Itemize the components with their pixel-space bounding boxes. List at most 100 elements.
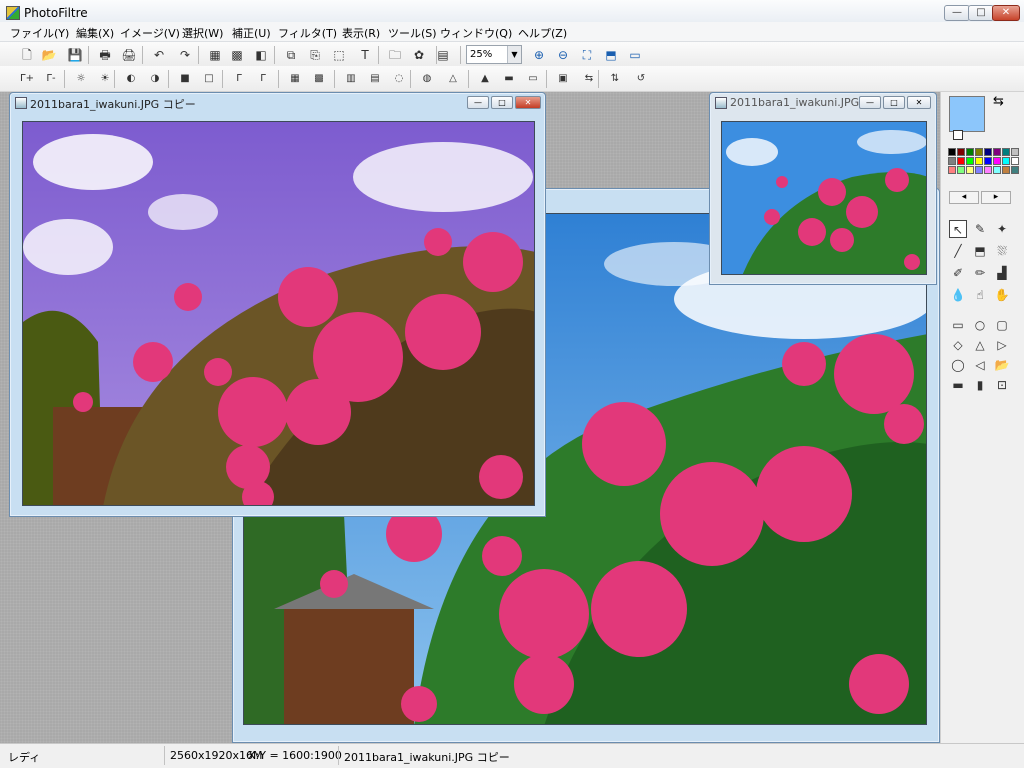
paste-layer-icon[interactable]: ⎘ bbox=[306, 46, 324, 64]
light-blur-icon[interactable]: ▤ bbox=[366, 70, 384, 88]
color-swatch[interactable] bbox=[948, 148, 956, 156]
monitor-icon[interactable]: ▭ bbox=[524, 70, 542, 88]
menu-item-5[interactable]: フィルタ(T) bbox=[278, 25, 337, 41]
fit-window-icon[interactable]: ⛶ bbox=[578, 46, 596, 64]
palette-prev-button[interactable]: ◂ bbox=[949, 191, 979, 204]
color-swatch[interactable] bbox=[993, 148, 1001, 156]
doc-minimize-button[interactable]: — bbox=[467, 96, 489, 109]
menu-item-9[interactable]: ヘルプ(Z) bbox=[518, 25, 567, 41]
drop-icon[interactable]: ◌ bbox=[390, 70, 408, 88]
text-icon[interactable]: T bbox=[356, 46, 374, 64]
flip-h-icon[interactable]: ⇆ bbox=[580, 70, 598, 88]
menu-item-2[interactable]: イメージ(V) bbox=[120, 25, 180, 41]
stamp-icon[interactable]: ▟ bbox=[993, 264, 1011, 282]
colors-icon[interactable]: ▩ bbox=[228, 46, 246, 64]
diamond-shape-icon[interactable]: ◇ bbox=[949, 336, 967, 354]
color-swatch[interactable] bbox=[984, 148, 992, 156]
doc-minimize-button[interactable]: — bbox=[859, 96, 881, 109]
palette-next-button[interactable]: ▸ bbox=[981, 191, 1011, 204]
gamma-plus-icon[interactable]: Γ bbox=[230, 70, 248, 88]
color-swatch[interactable] bbox=[966, 166, 974, 174]
doc-close-button[interactable]: ✕ bbox=[515, 96, 541, 109]
color-swatch[interactable] bbox=[1011, 166, 1019, 174]
color-swatch[interactable] bbox=[975, 157, 983, 165]
fill-bucket-icon[interactable]: ⬒ bbox=[971, 242, 989, 260]
maximize-button[interactable]: □ bbox=[968, 5, 994, 21]
opt1-icon[interactable]: ▬ bbox=[949, 376, 967, 394]
swap-colors-icon[interactable]: ⇆ bbox=[993, 94, 1004, 109]
plugin-icon[interactable]: ✿ bbox=[410, 46, 428, 64]
doc-close-button[interactable]: ✕ bbox=[907, 96, 931, 109]
pencil-icon[interactable]: ✏ bbox=[971, 264, 989, 282]
flip-v-icon[interactable]: ⇅ bbox=[606, 70, 624, 88]
color-swatch[interactable] bbox=[966, 157, 974, 165]
crop-icon[interactable]: ⬚ bbox=[330, 46, 348, 64]
color-picker-icon[interactable]: ✎ bbox=[971, 220, 989, 238]
color-swatch[interactable] bbox=[957, 157, 965, 165]
rainbow-icon[interactable]: ▬ bbox=[500, 70, 518, 88]
save-icon[interactable]: 💾 bbox=[66, 46, 84, 64]
spray-icon[interactable]: ⛆ bbox=[993, 242, 1011, 260]
menu-item-0[interactable]: ファイル(Y) bbox=[10, 25, 69, 41]
magic-wand-icon[interactable]: ✦ bbox=[993, 220, 1011, 238]
color-swatch[interactable] bbox=[975, 148, 983, 156]
menu-item-6[interactable]: 表示(R) bbox=[342, 25, 380, 41]
soften-icon[interactable]: ▥ bbox=[342, 70, 360, 88]
menu-item-8[interactable]: ウィンドウ(Q) bbox=[440, 25, 512, 41]
lasso-icon[interactable]: ◯ bbox=[949, 356, 967, 374]
zoom-in-icon[interactable]: ⊕ bbox=[530, 46, 548, 64]
document-window-small[interactable]: 2011bara1_iwakuni.JPG — □ ✕ bbox=[709, 92, 937, 285]
primary-color-swatch[interactable] bbox=[949, 96, 985, 132]
texture-icon[interactable]: ▣ bbox=[554, 70, 572, 88]
smudge-icon[interactable]: ☝ bbox=[971, 286, 989, 304]
triangle2-icon[interactable]: ▲ bbox=[476, 70, 494, 88]
auto-contrast-icon[interactable]: Γ- bbox=[42, 70, 60, 88]
hand-icon[interactable]: ✋ bbox=[993, 286, 1011, 304]
blur-icon[interactable]: ▦ bbox=[286, 70, 304, 88]
print-icon[interactable]: 🖶 bbox=[96, 46, 114, 64]
open-selection-icon[interactable]: 📂 bbox=[993, 356, 1011, 374]
contrast-plus-icon[interactable]: ◐ bbox=[122, 70, 140, 88]
color-swatch[interactable] bbox=[1002, 157, 1010, 165]
saturation-plus-icon[interactable]: ■ bbox=[176, 70, 194, 88]
saturation-minus-icon[interactable]: □ bbox=[200, 70, 218, 88]
contrast-minus-icon[interactable]: ◑ bbox=[146, 70, 164, 88]
sharpen-icon[interactable]: ▩ bbox=[310, 70, 328, 88]
auto-contrast-icon[interactable]: ◧ bbox=[252, 46, 270, 64]
triangle-icon[interactable]: △ bbox=[444, 70, 462, 88]
rounded-rect-shape-icon[interactable]: ▢ bbox=[993, 316, 1011, 334]
zoom-out-icon[interactable]: ⊖ bbox=[554, 46, 572, 64]
color-swatch[interactable] bbox=[966, 148, 974, 156]
color-swatch[interactable] bbox=[1011, 157, 1019, 165]
gamma-minus-icon[interactable]: Γ bbox=[254, 70, 272, 88]
grayscale-icon[interactable]: ▦ bbox=[206, 46, 224, 64]
right-triangle-shape-icon[interactable]: ▷ bbox=[993, 336, 1011, 354]
triangle-shape-icon[interactable]: △ bbox=[971, 336, 989, 354]
small-image-canvas[interactable] bbox=[721, 121, 927, 275]
rotate-left-icon[interactable]: ↺ bbox=[632, 70, 650, 88]
chevron-down-icon[interactable]: ▼ bbox=[507, 46, 521, 63]
doc-maximize-button[interactable]: □ bbox=[883, 96, 905, 109]
color-swatch[interactable] bbox=[1002, 148, 1010, 156]
color-swatch[interactable] bbox=[948, 157, 956, 165]
doc-maximize-button[interactable]: □ bbox=[491, 96, 513, 109]
copy-image-canvas[interactable] bbox=[22, 121, 535, 506]
color-swatch[interactable] bbox=[957, 166, 965, 174]
color-swatch[interactable] bbox=[948, 166, 956, 174]
redo-icon[interactable]: ↷ bbox=[176, 46, 194, 64]
opt3-icon[interactable]: ⊡ bbox=[993, 376, 1011, 394]
polygon-lasso-icon[interactable]: ◁ bbox=[971, 356, 989, 374]
open-folder-icon[interactable]: 📂 bbox=[40, 46, 58, 64]
menu-item-1[interactable]: 編集(X) bbox=[76, 25, 114, 41]
slideshow-icon[interactable]: ▤ bbox=[434, 46, 452, 64]
selection-arrow-icon[interactable]: ↖ bbox=[949, 220, 967, 238]
color-swatch[interactable] bbox=[984, 157, 992, 165]
document-window-copy[interactable]: 2011bara1_iwakuni.JPG コピー — □ ✕ bbox=[9, 92, 546, 517]
color-swatch[interactable] bbox=[1002, 166, 1010, 174]
color-swatch[interactable] bbox=[1011, 148, 1019, 156]
scan-icon[interactable]: 🖨 bbox=[120, 46, 138, 64]
color-swatch[interactable] bbox=[975, 166, 983, 174]
blur-drop-icon[interactable]: 💧 bbox=[949, 286, 967, 304]
auto-level-icon[interactable]: Γ+ bbox=[18, 70, 36, 88]
brush-icon[interactable]: ✐ bbox=[949, 264, 967, 282]
